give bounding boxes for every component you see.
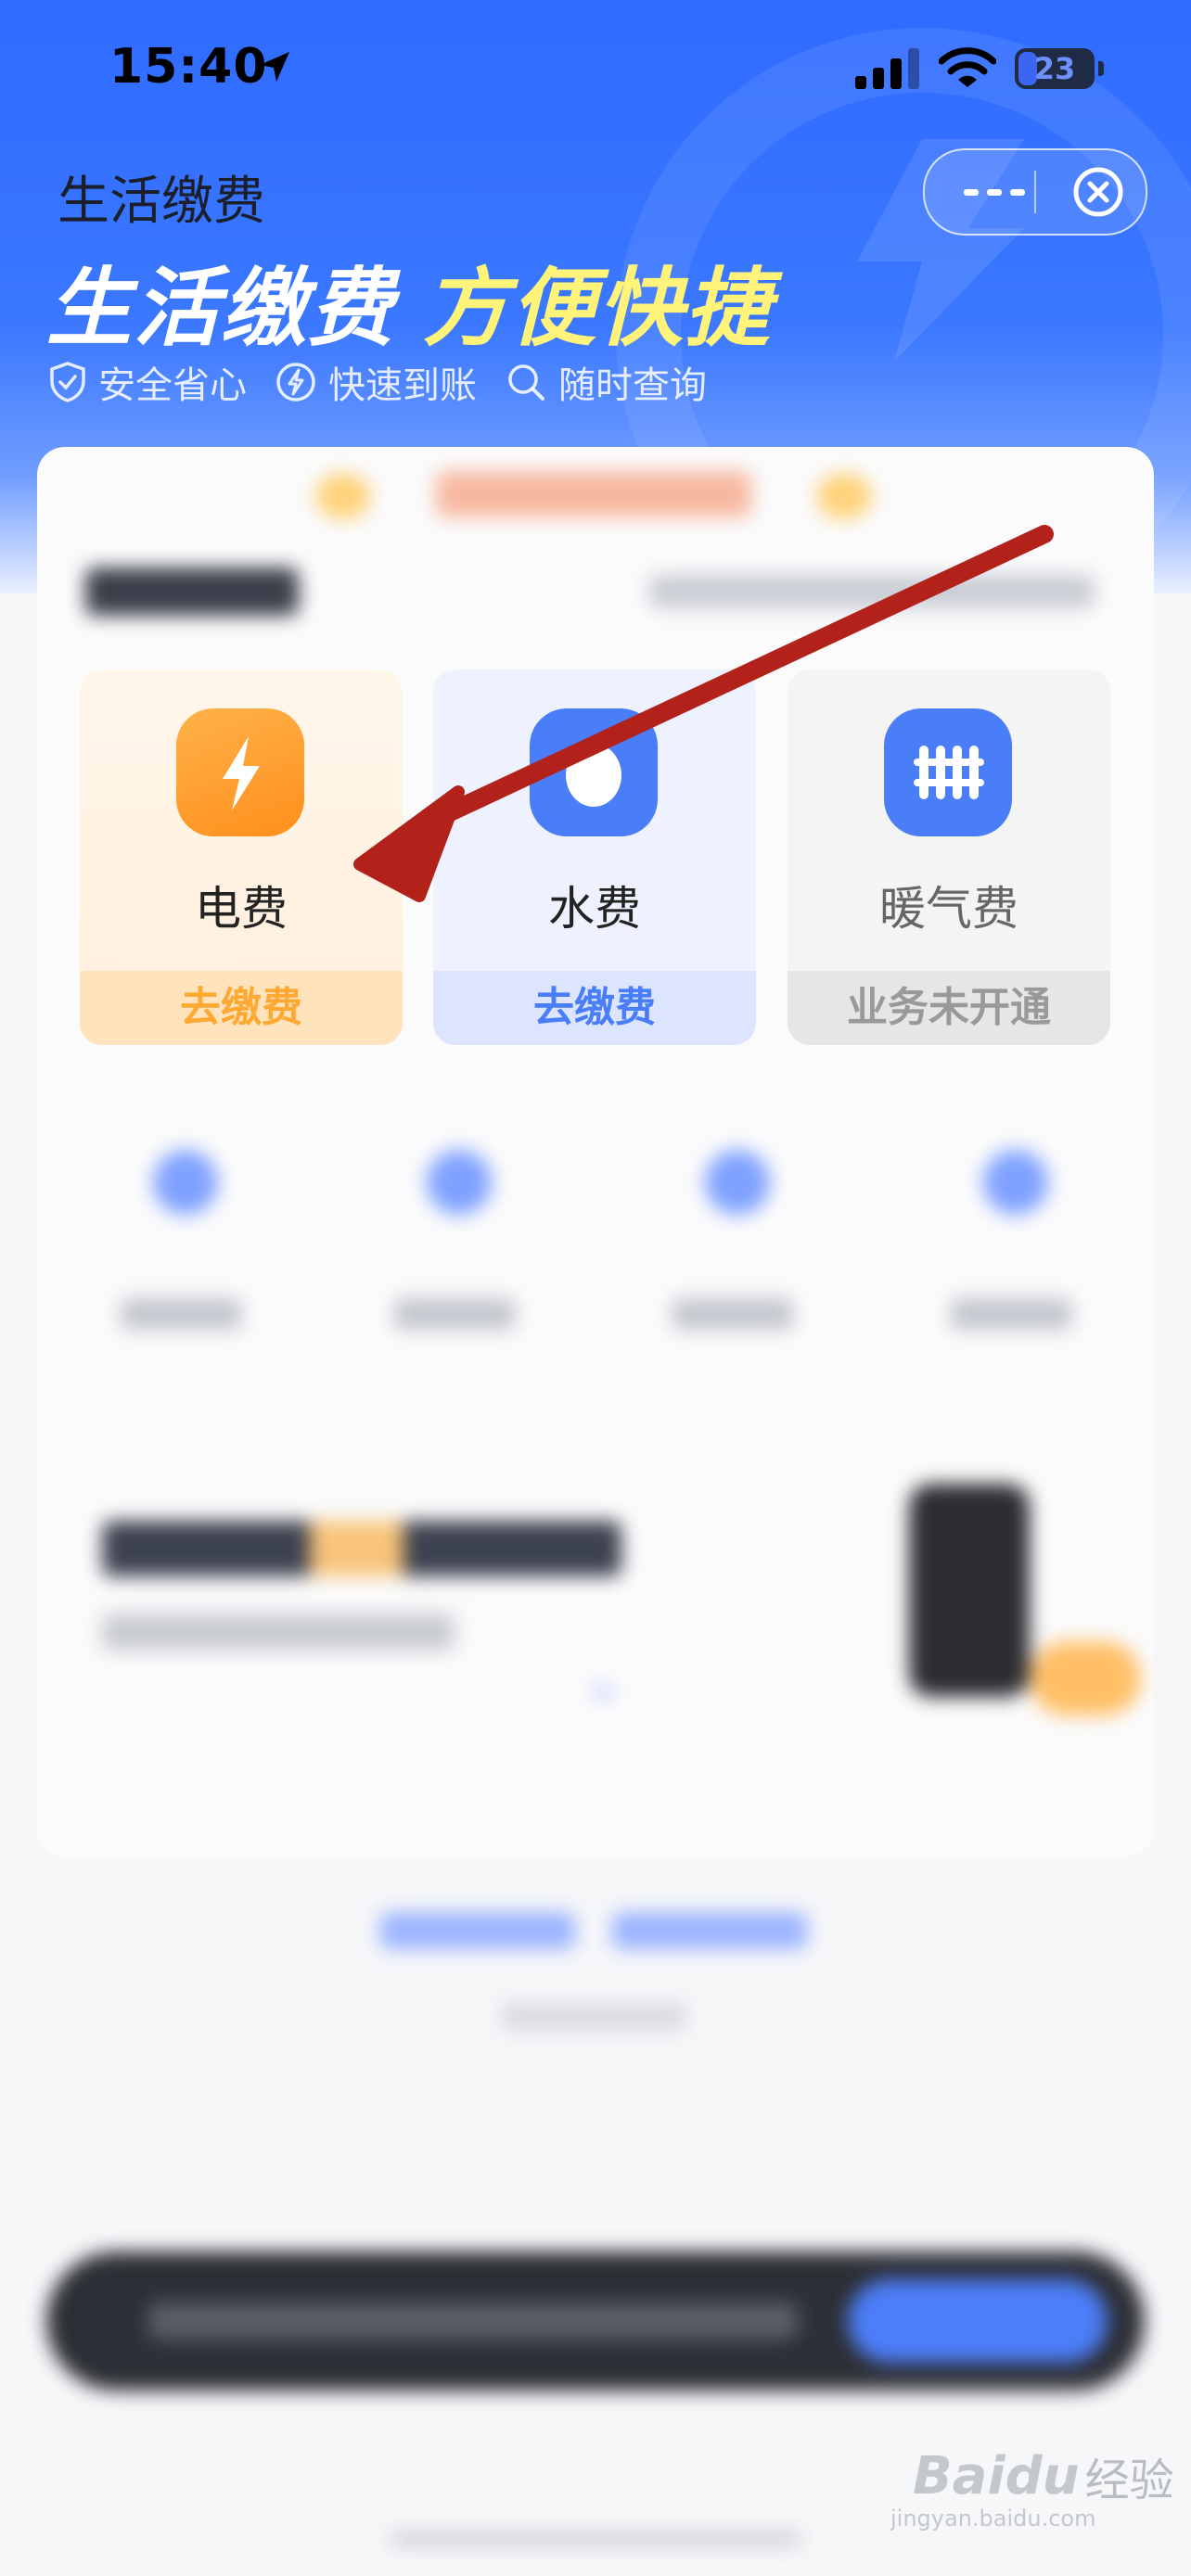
- feature-list: 安全省心 快速到账 随时查询: [48, 356, 735, 408]
- pay-button[interactable]: 去缴费: [80, 971, 403, 1045]
- service-status: 业务未开通: [788, 971, 1110, 1045]
- footer-link-placeholder: [612, 1912, 807, 1949]
- feature-label: 快速到账: [328, 364, 477, 407]
- quick-entry: [672, 1150, 793, 1335]
- service-name: 电费: [195, 882, 288, 936]
- ad-title-placeholder: [102, 1521, 621, 1576]
- capsule-divider: [1034, 171, 1036, 213]
- slogan-highlight: 方便快捷: [423, 259, 773, 358]
- more-icon[interactable]: [953, 150, 1036, 234]
- service-water[interactable]: 水费 去缴费: [433, 670, 756, 1045]
- watermark-suffix: 经验: [1084, 2455, 1174, 2506]
- lightning-icon: [176, 708, 304, 836]
- section-title-placeholder: [85, 567, 299, 616]
- footer-link-placeholder: [380, 1912, 575, 1949]
- home-indicator: [390, 2531, 801, 2546]
- battery-icon: 23: [1015, 48, 1095, 89]
- location-arrow-icon: [260, 52, 289, 82]
- ad-phone-image: [909, 1484, 1030, 1697]
- quick-entry: [951, 1150, 1071, 1335]
- quick-entry: [121, 1150, 241, 1335]
- pay-button[interactable]: 去缴费: [433, 971, 756, 1045]
- carousel-dot: [594, 1688, 612, 1697]
- feature-fast: 快速到账: [275, 355, 477, 409]
- status-bar: 15:40 23: [0, 0, 1191, 139]
- service-heating[interactable]: 暖气费 业务未开通: [788, 670, 1110, 1045]
- feature-label: 安全省心: [98, 364, 247, 407]
- service-name: 暖气费: [879, 882, 1018, 936]
- battery-level: 23: [1033, 51, 1076, 86]
- page-title: 生活缴费: [58, 172, 265, 232]
- watermark: Baidu 经验 jingyan.baidu.com: [890, 2439, 1174, 2532]
- shield-check-icon: [50, 362, 85, 402]
- promo-banner: [278, 464, 890, 529]
- water-drop-icon: [530, 708, 658, 836]
- feature-label: 随时查询: [558, 364, 707, 407]
- ad-subtitle-placeholder: [102, 1613, 455, 1651]
- feature-safe: 安全省心: [48, 355, 247, 409]
- feature-query: 随时查询: [505, 355, 707, 409]
- slogan: 生活缴费 方便快捷: [46, 239, 772, 363]
- watermark-url: jingyan.baidu.com: [890, 2506, 1096, 2531]
- bottom-action-bar: [46, 2251, 1145, 2391]
- footer-note-placeholder: [501, 2003, 686, 2031]
- ad-badge: [1030, 1641, 1141, 1715]
- lightning-circle-icon: [276, 363, 315, 402]
- quick-entry: [394, 1150, 515, 1335]
- radiator-icon: [884, 708, 1012, 836]
- bottom-cta-button[interactable]: [848, 2279, 1108, 2363]
- slogan-primary: 生活缴费: [46, 259, 396, 358]
- watermark-brand: Baidu: [913, 2445, 1080, 2506]
- wifi-icon: [939, 47, 996, 87]
- mini-program-capsule[interactable]: [923, 148, 1147, 236]
- close-icon[interactable]: [1059, 150, 1143, 234]
- search-icon: [508, 364, 544, 401]
- status-time: 15:40: [109, 39, 268, 95]
- cellular-signal-icon: [855, 48, 919, 89]
- battery-tip: [1098, 61, 1104, 76]
- section-link-placeholder: [649, 575, 1095, 608]
- service-electricity[interactable]: 电费 去缴费: [80, 670, 403, 1045]
- service-name: 水费: [548, 882, 641, 936]
